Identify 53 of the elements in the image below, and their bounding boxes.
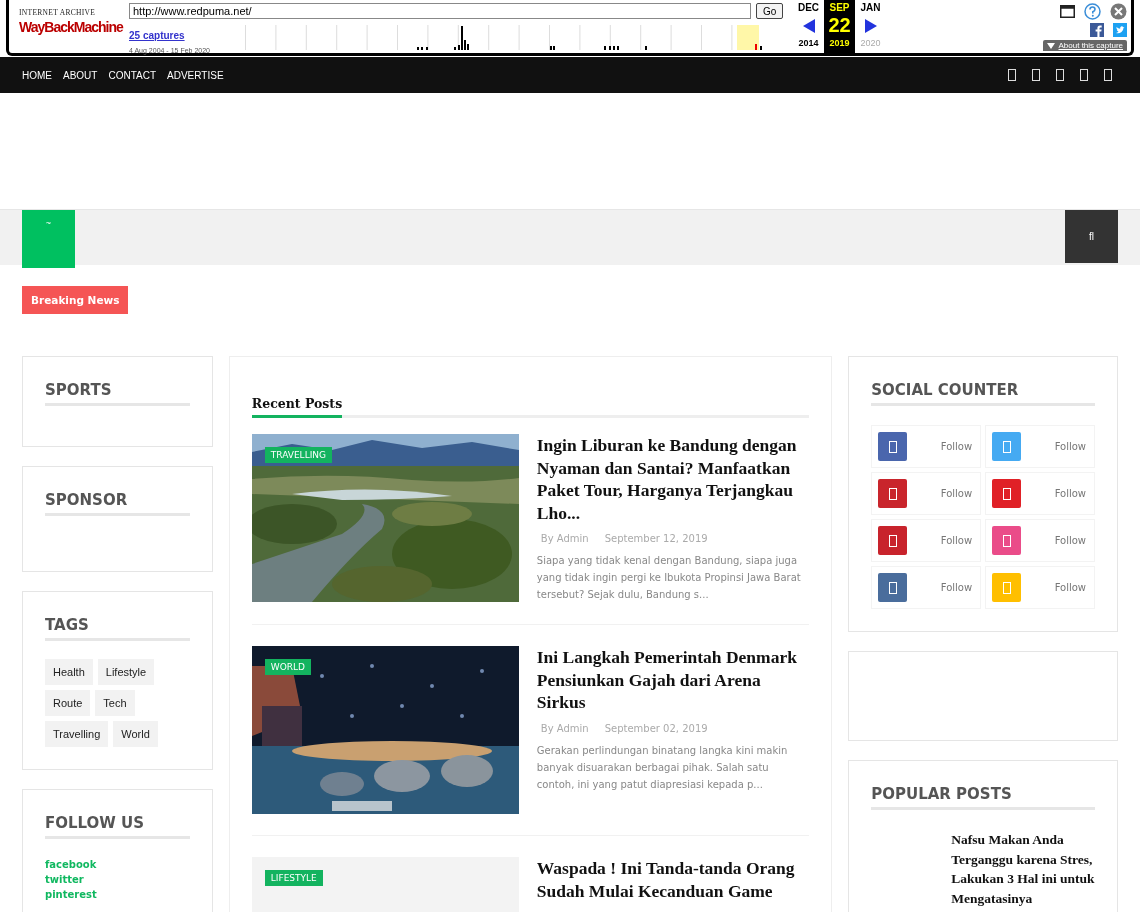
follow-label: Follow (940, 535, 973, 546)
post-author: By Admin (539, 533, 590, 544)
section-title: Recent Posts (251, 396, 343, 418)
post-excerpt: Siapa yang tidak kenal dengan Bandung, siapa juga yang tidak ingin pergi ke Ibukota Propinsi Jawa Barat tersebut? Sejak dulu, Bandung s... (536, 554, 802, 602)
go-button[interactable]: Go (756, 3, 784, 19)
captures-link[interactable]: 25 captures (129, 30, 185, 41)
selected-date[interactable]: SEP 22 2019 (824, 0, 855, 53)
social-counter-card[interactable]: Follow (871, 519, 982, 562)
follow-label: Follow (940, 441, 973, 452)
follow-label: Follow (1054, 535, 1086, 546)
tag-link[interactable]: Health (45, 659, 93, 685)
social-counter-card[interactable]: Follow (985, 566, 1095, 609)
widget-title: TAGS (45, 616, 190, 641)
post-title[interactable]: Ini Langkah Pemerintah Denmark Pensiunkan Gajah dari Arena Sirkus (536, 646, 810, 714)
tag-link[interactable]: Lifestyle (97, 659, 155, 685)
tag-link[interactable]: Tech (95, 690, 135, 716)
nav-link[interactable]: HOME (22, 69, 52, 81)
post-author: By Admin (539, 722, 590, 734)
tag-link[interactable]: World (113, 721, 158, 747)
widget-title: POPULAR POSTS (871, 785, 1095, 810)
follow-label: Follow (1054, 488, 1086, 499)
follow-label: Follow (940, 582, 973, 593)
url-field[interactable]: http://www.redpuma.net/ (129, 3, 751, 19)
popular-post-title[interactable]: Nafsu Makan Anda Terganggu karena Stres, Lakukan 3 Hal ini untuk Mengatasinya (871, 830, 1095, 908)
month-label[interactable]: DEC (797, 2, 820, 13)
post-date: September 02, 2019 (603, 722, 709, 734)
breaking-news-label: Breaking News (22, 286, 129, 314)
tag-link[interactable]: Route (45, 690, 91, 716)
search-button[interactable]: fl (1065, 210, 1118, 263)
social-counter-card[interactable]: Follow (985, 519, 1095, 562)
widget-title: FOLLOW US (45, 814, 190, 839)
post-title[interactable]: Waspada ! Ini Tanda-tanda Orang Sudah Mulai Kecanduan Game (536, 857, 810, 902)
widget-title: SOCIAL COUNTER (871, 381, 1095, 406)
social-counter-card[interactable]: Follow (985, 425, 1095, 468)
post-title[interactable]: Ingin Liburan ke Bandung dengan Nyaman dan Santai? Manfaatkan Paket Tour, Harganya Terjangkau Lho... (536, 434, 810, 524)
widget-title: SPORTS (45, 381, 190, 406)
tag-link[interactable]: Travelling (45, 721, 109, 747)
nav-link[interactable]: ADVERTISE (167, 69, 224, 81)
social-counter-card[interactable]: Follow (985, 472, 1095, 515)
post-date: September 12, 2019 (603, 533, 709, 544)
follow-label: Follow (940, 488, 973, 499)
social-counter-card[interactable]: Follow (871, 472, 982, 515)
widget-title: SPONSOR (45, 491, 190, 516)
logo[interactable]: WayBackMachine (19, 19, 123, 36)
social-counter-card[interactable]: Follow (871, 425, 982, 468)
post-excerpt: Gerakan perlindungan binatang langka kini makin banyak disuarakan berbagai pihak. Salah satu contoh, ini yang patut diapresiasi kepada p... (536, 743, 789, 792)
nav-link[interactable]: ABOUT (63, 69, 98, 81)
follow-label: Follow (1054, 441, 1086, 452)
year-label[interactable]: 2014 (798, 38, 819, 48)
follow-label: Follow (1054, 582, 1086, 593)
about-capture-link[interactable]: About this capture (1042, 40, 1127, 51)
nav-link[interactable]: CONTACT (108, 69, 157, 81)
social-counter-card[interactable]: Follow (871, 566, 982, 609)
